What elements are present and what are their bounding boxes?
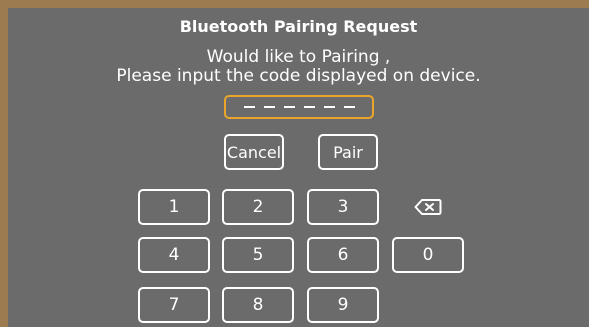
backspace-icon <box>414 199 442 215</box>
code-digit-placeholder <box>283 106 295 108</box>
key-3[interactable]: 3 <box>307 189 379 225</box>
backspace-button[interactable] <box>392 189 464 225</box>
key-9[interactable]: 9 <box>307 287 379 323</box>
key-6[interactable]: 6 <box>307 237 379 273</box>
pairing-dialog: Bluetooth Pairing Request Would like to … <box>8 8 589 327</box>
key-4[interactable]: 4 <box>138 237 210 273</box>
key-7[interactable]: 7 <box>138 287 210 323</box>
dialog-message: Would like to Pairing , Please input the… <box>8 48 589 86</box>
key-1[interactable]: 1 <box>138 189 210 225</box>
code-digit-placeholder <box>243 106 255 108</box>
cancel-button[interactable]: Cancel <box>224 134 284 170</box>
message-line-1: Would like to Pairing , <box>206 47 391 67</box>
pair-button[interactable]: Pair <box>318 134 378 170</box>
key-8[interactable]: 8 <box>222 287 294 323</box>
message-line-2: Please input the code displayed on devic… <box>116 66 481 86</box>
pairing-code-input[interactable] <box>224 95 374 119</box>
key-5[interactable]: 5 <box>222 237 294 273</box>
dialog-title: Bluetooth Pairing Request <box>179 17 418 36</box>
code-digit-placeholder <box>263 106 275 108</box>
key-2[interactable]: 2 <box>222 189 294 225</box>
code-digit-placeholder <box>323 106 335 108</box>
code-digit-placeholder <box>343 106 355 108</box>
code-digit-placeholder <box>303 106 315 108</box>
key-0[interactable]: 0 <box>392 237 464 273</box>
